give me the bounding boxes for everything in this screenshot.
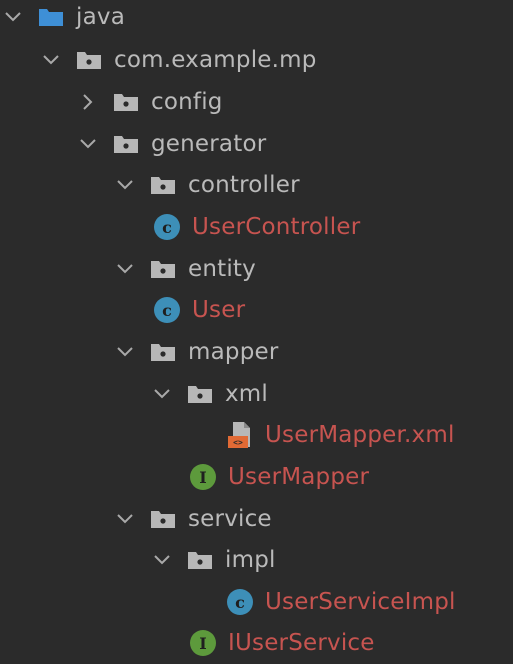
- tree-node-mapper[interactable]: mapper: [114, 331, 279, 373]
- source-folder-icon: [38, 4, 64, 30]
- package-folder-icon: [150, 256, 176, 282]
- tree-node-iuser-service[interactable]: I IUserService: [190, 622, 375, 664]
- package-folder-icon: [150, 339, 176, 365]
- tree-node-label: UserServiceImpl: [265, 588, 456, 615]
- tree-node-config[interactable]: config: [77, 81, 223, 123]
- chevron-down-icon[interactable]: [77, 133, 99, 155]
- chevron-down-icon[interactable]: [40, 49, 62, 71]
- tree-node-label: IUserService: [228, 629, 375, 656]
- tree-node-user[interactable]: c User: [154, 289, 245, 331]
- chevron-down-icon[interactable]: [114, 341, 136, 363]
- tree-node-label: controller: [188, 171, 300, 198]
- chevron-down-icon[interactable]: [151, 549, 173, 571]
- tree-node-generator[interactable]: generator: [77, 123, 266, 165]
- tree-node-label: mapper: [188, 338, 279, 365]
- class-badge: c: [154, 214, 180, 240]
- package-folder-icon: [113, 89, 139, 115]
- xml-file-icon: <>: [227, 422, 253, 448]
- chevron-down-icon[interactable]: [2, 6, 24, 28]
- project-tree: java com.example.mp config generator con…: [0, 0, 513, 664]
- tree-node-label: impl: [225, 546, 276, 573]
- package-folder-icon: [187, 547, 213, 573]
- package-folder-icon: [150, 172, 176, 198]
- tree-node-user-service-impl[interactable]: c UserServiceImpl: [227, 581, 456, 623]
- chevron-down-icon[interactable]: [151, 383, 173, 405]
- package-folder-icon: [150, 506, 176, 532]
- tree-node-com-example-mp[interactable]: com.example.mp: [40, 39, 317, 81]
- class-icon: c: [154, 214, 180, 240]
- package-folder-icon: [113, 131, 139, 157]
- tree-node-xml[interactable]: xml: [151, 373, 268, 415]
- chevron-down-icon[interactable]: [114, 258, 136, 280]
- tree-node-label: service: [188, 505, 272, 532]
- tree-node-label: UserMapper.xml: [265, 421, 455, 448]
- svg-text:<>: <>: [233, 438, 243, 447]
- tree-node-label: xml: [225, 380, 269, 407]
- tree-node-label: java: [76, 3, 125, 30]
- class-badge: c: [154, 297, 180, 323]
- tree-node-java[interactable]: java: [2, 0, 125, 38]
- package-folder-icon: [187, 381, 213, 407]
- chevron-down-icon[interactable]: [114, 174, 136, 196]
- tree-node-label: UserMapper: [228, 463, 370, 490]
- interface-icon: I: [190, 630, 216, 656]
- interface-icon: I: [190, 464, 216, 490]
- interface-badge: I: [190, 464, 216, 490]
- tree-node-label: User: [192, 296, 246, 323]
- tree-node-user-mapper-xml[interactable]: <> UserMapper.xml: [227, 414, 455, 456]
- class-badge: c: [227, 589, 253, 615]
- tree-node-label: com.example.mp: [114, 46, 317, 73]
- tree-node-impl[interactable]: impl: [151, 539, 276, 581]
- class-icon: c: [227, 589, 253, 615]
- tree-node-service[interactable]: service: [114, 498, 272, 540]
- tree-node-label: config: [151, 88, 223, 115]
- package-folder-icon: [76, 47, 102, 73]
- tree-node-label: generator: [151, 130, 267, 157]
- chevron-down-icon[interactable]: [114, 508, 136, 530]
- interface-badge: I: [190, 630, 216, 656]
- tree-node-label: UserController: [192, 213, 361, 240]
- class-icon: c: [154, 297, 180, 323]
- tree-node-entity[interactable]: entity: [114, 248, 256, 290]
- tree-node-user-controller[interactable]: c UserController: [154, 206, 360, 248]
- chevron-right-icon[interactable]: [77, 91, 99, 113]
- tree-node-user-mapper[interactable]: I UserMapper: [190, 456, 369, 498]
- tree-node-label: entity: [188, 255, 256, 282]
- tree-node-controller[interactable]: controller: [114, 164, 300, 206]
